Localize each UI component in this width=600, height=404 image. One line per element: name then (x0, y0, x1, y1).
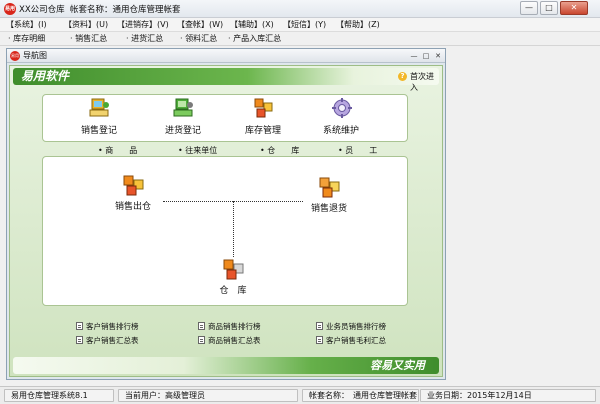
report-product-ranking[interactable]: 商品销售排行榜 (198, 322, 261, 332)
slogan-banner: 容易又实用 (13, 357, 439, 374)
report-label: 商品销售排行榜 (208, 322, 261, 331)
menu-data[interactable]: 【资料】(U) (64, 19, 108, 31)
status-business-date: 业务日期：2015年12月14日 (420, 389, 596, 402)
nav-logo-icon: 易用 (10, 51, 20, 61)
products-link[interactable]: • 商 品 (98, 146, 137, 156)
warehouse-link[interactable]: • 仓 库 (260, 146, 299, 156)
minimize-button[interactable]: — (520, 1, 538, 15)
report-salesperson-ranking[interactable]: 业务员销售排行榜 (316, 322, 386, 332)
tool-stock-detail[interactable]: · 库存明细 (8, 33, 45, 45)
purchase-register-icon (173, 98, 193, 117)
menu-system[interactable]: 【系统】(I) (6, 19, 47, 31)
navigation-window: 易用 导航图 — □ ✕ 易用软件 ? 首次进入 销售登记 进货登记 库存管理 … (6, 48, 446, 380)
menu-inventory[interactable]: 【进销存】(V) (117, 19, 169, 31)
brand-banner: 易用软件 ? 首次进入 (13, 68, 439, 92)
sales-out-label: 销售出仓 (114, 202, 151, 212)
purchase-register-label: 进货登记 (164, 126, 201, 136)
sales-out-button[interactable]: 销售出仓 (103, 173, 163, 217)
brand-title: 易用软件 (21, 69, 70, 83)
document-icon (76, 322, 83, 330)
report-product-summary[interactable]: 商品销售汇总表 (198, 336, 261, 346)
sales-out-icon (123, 175, 144, 196)
document-icon (316, 322, 323, 330)
module-panel: 销售登记 进货登记 库存管理 系统维护 (42, 94, 408, 142)
gear-icon (332, 98, 352, 118)
report-label: 业务员销售排行榜 (326, 322, 386, 331)
window-title: XX公司仓库 (19, 5, 65, 15)
status-account-name: 帐套名称： 通用仓库管理帐套 (302, 389, 419, 402)
title-bar: 易用 XX公司仓库 帐套名称：通用仓库管理帐套 — □ ✕ (0, 0, 600, 18)
menu-tools[interactable]: 【辅助】(X) (230, 19, 274, 31)
nav-minimize-button[interactable]: — (409, 51, 419, 61)
close-button[interactable]: ✕ (560, 1, 588, 15)
sales-register-label: 销售登记 (80, 126, 117, 136)
app-logo-icon: 易用 (4, 3, 16, 15)
system-maintenance-label: 系统维护 (322, 126, 359, 136)
status-current-user: 当前用户：高级管理员 (118, 389, 298, 402)
flow-panel: 销售出仓 销售退货 仓 库 (42, 156, 408, 306)
first-time-link[interactable]: 首次进入 (410, 71, 439, 93)
menu-help[interactable]: 【帮助】(Z) (336, 19, 380, 31)
report-label: 客户销售汇总表 (86, 336, 139, 345)
inventory-management-label: 库存管理 (244, 126, 281, 136)
employees-link[interactable]: • 员 工 (338, 146, 377, 156)
sales-register-button[interactable]: 销售登记 (69, 95, 129, 141)
report-label: 商品销售汇总表 (208, 336, 261, 345)
slogan-text: 容易又实用 (370, 359, 425, 372)
help-icon[interactable]: ? (398, 72, 407, 81)
document-icon (198, 322, 205, 330)
warehouse-label: 仓 库 (219, 286, 247, 296)
tool-material-summary[interactable]: · 领料汇总 (180, 33, 217, 45)
navigation-title-bar: 易用 导航图 — □ ✕ (7, 49, 445, 63)
report-customer-summary[interactable]: 客户销售汇总表 (76, 336, 139, 346)
report-label: 客户销售毛利汇总 (326, 336, 386, 345)
menu-bar: 【系统】(I) 【资料】(U) 【进销存】(V) 【查帐】(W) 【辅助】(X)… (0, 18, 600, 32)
navigation-title: 导航图 (23, 51, 47, 60)
report-label: 客户销售排行榜 (86, 322, 139, 331)
report-customer-profit[interactable]: 客户销售毛利汇总 (316, 336, 386, 346)
tool-sales-summary[interactable]: · 销售汇总 (70, 33, 107, 45)
contacts-link[interactable]: • 往来单位 (178, 146, 217, 156)
account-name-title: 帐套名称：通用仓库管理帐套 (70, 5, 181, 15)
menu-accounts[interactable]: 【查帐】(W) (177, 19, 223, 31)
inventory-icon (254, 98, 273, 118)
document-icon (76, 336, 83, 344)
report-customer-ranking[interactable]: 客户销售排行榜 (76, 322, 139, 332)
warehouse-button[interactable]: 仓 库 (203, 257, 263, 301)
quick-toolbar: · 库存明细 · 销售汇总 · 进货汇总 · 领料汇总 · 产品入库汇总 (0, 32, 600, 46)
nav-close-button[interactable]: ✕ (433, 51, 443, 61)
document-icon (316, 336, 323, 344)
flow-connector-vertical (233, 201, 234, 257)
sales-register-icon (89, 98, 109, 117)
menu-sms[interactable]: 【短信】(Y) (283, 19, 326, 31)
inventory-management-button[interactable]: 库存管理 (233, 95, 293, 141)
tool-purchase-summary[interactable]: · 进货汇总 (126, 33, 163, 45)
document-icon (198, 336, 205, 344)
purchase-register-button[interactable]: 进货登记 (153, 95, 213, 141)
warehouse-icon (223, 259, 244, 280)
status-bar: 易用仓库管理系统8.1 当前用户：高级管理员 帐套名称： 通用仓库管理帐套 业务… (0, 386, 600, 404)
maximize-button[interactable]: □ (540, 1, 558, 15)
status-system-version: 易用仓库管理系统8.1 (4, 389, 114, 402)
nav-maximize-button[interactable]: □ (421, 51, 431, 61)
sales-return-button[interactable]: 销售退货 (299, 175, 359, 219)
system-maintenance-button[interactable]: 系统维护 (311, 95, 371, 141)
sales-return-icon (319, 177, 340, 198)
navigation-content: 易用软件 ? 首次进入 销售登记 进货登记 库存管理 系统维护 • 商 品 • … (9, 65, 443, 377)
tool-product-in-summary[interactable]: · 产品入库汇总 (228, 33, 281, 45)
sales-return-label: 销售退货 (310, 204, 347, 214)
